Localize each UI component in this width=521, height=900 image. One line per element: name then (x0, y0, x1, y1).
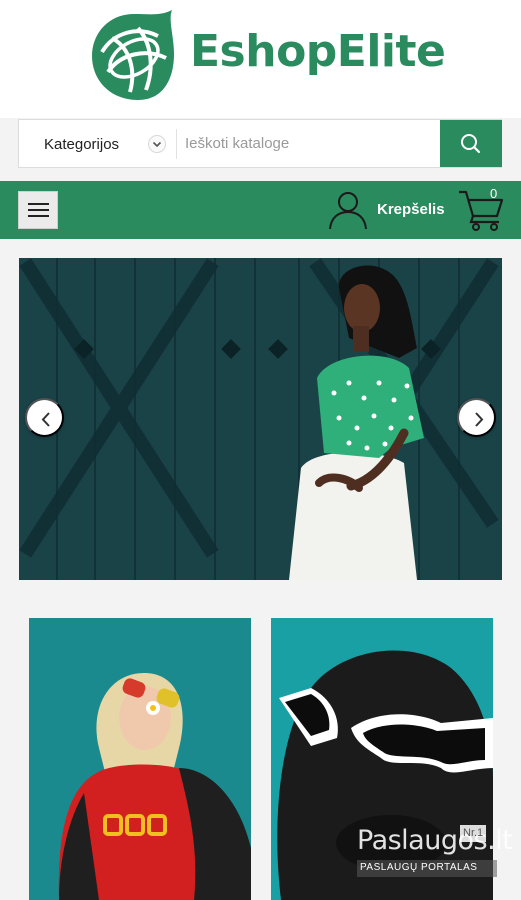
watermark-subtitle-bar: PASLAUGŲ PORTALAS (357, 860, 497, 877)
watermark-subtitle: PASLAUGŲ PORTALAS (360, 862, 478, 873)
cart-count-badge: 0 (490, 186, 498, 201)
search-divider (176, 129, 177, 159)
main-navbar: Krepšelis 0 (0, 181, 521, 239)
search-icon (461, 134, 481, 154)
user-icon[interactable] (328, 189, 368, 231)
search-button[interactable] (440, 120, 502, 167)
hero-image (19, 258, 502, 580)
hamburger-icon-bar (28, 215, 49, 217)
portal-watermark: Paslaugos.lt PASLAUGŲ PORTALAS Nr.1 (357, 825, 513, 879)
chevron-left-icon (41, 412, 50, 427)
cart-icon[interactable] (457, 186, 505, 232)
site-header: EshopElite (0, 0, 521, 118)
search-bar: Kategorijos (18, 119, 502, 168)
chevron-down-icon[interactable] (148, 135, 166, 153)
chevron-right-icon (475, 412, 484, 427)
category-select[interactable]: Kategorijos (19, 120, 169, 167)
category-select-label: Kategorijos (44, 136, 120, 153)
menu-toggle-button[interactable] (18, 191, 58, 229)
slider-prev-button[interactable] (25, 398, 64, 437)
slider-next-button[interactable] (457, 398, 496, 437)
search-input[interactable] (185, 128, 435, 158)
leaf-emblem-icon (92, 10, 174, 100)
cart-link[interactable]: Krepšelis (377, 201, 445, 218)
promo-card[interactable] (29, 618, 251, 900)
brand-name[interactable]: EshopElite (190, 26, 446, 77)
hamburger-icon (28, 203, 49, 205)
hero-slider[interactable] (19, 258, 502, 580)
watermark-badge: Nr.1 (460, 825, 487, 842)
promo-image (29, 618, 251, 900)
hamburger-icon-bar (28, 209, 49, 211)
watermark-title: Paslaugos.lt (357, 825, 513, 856)
